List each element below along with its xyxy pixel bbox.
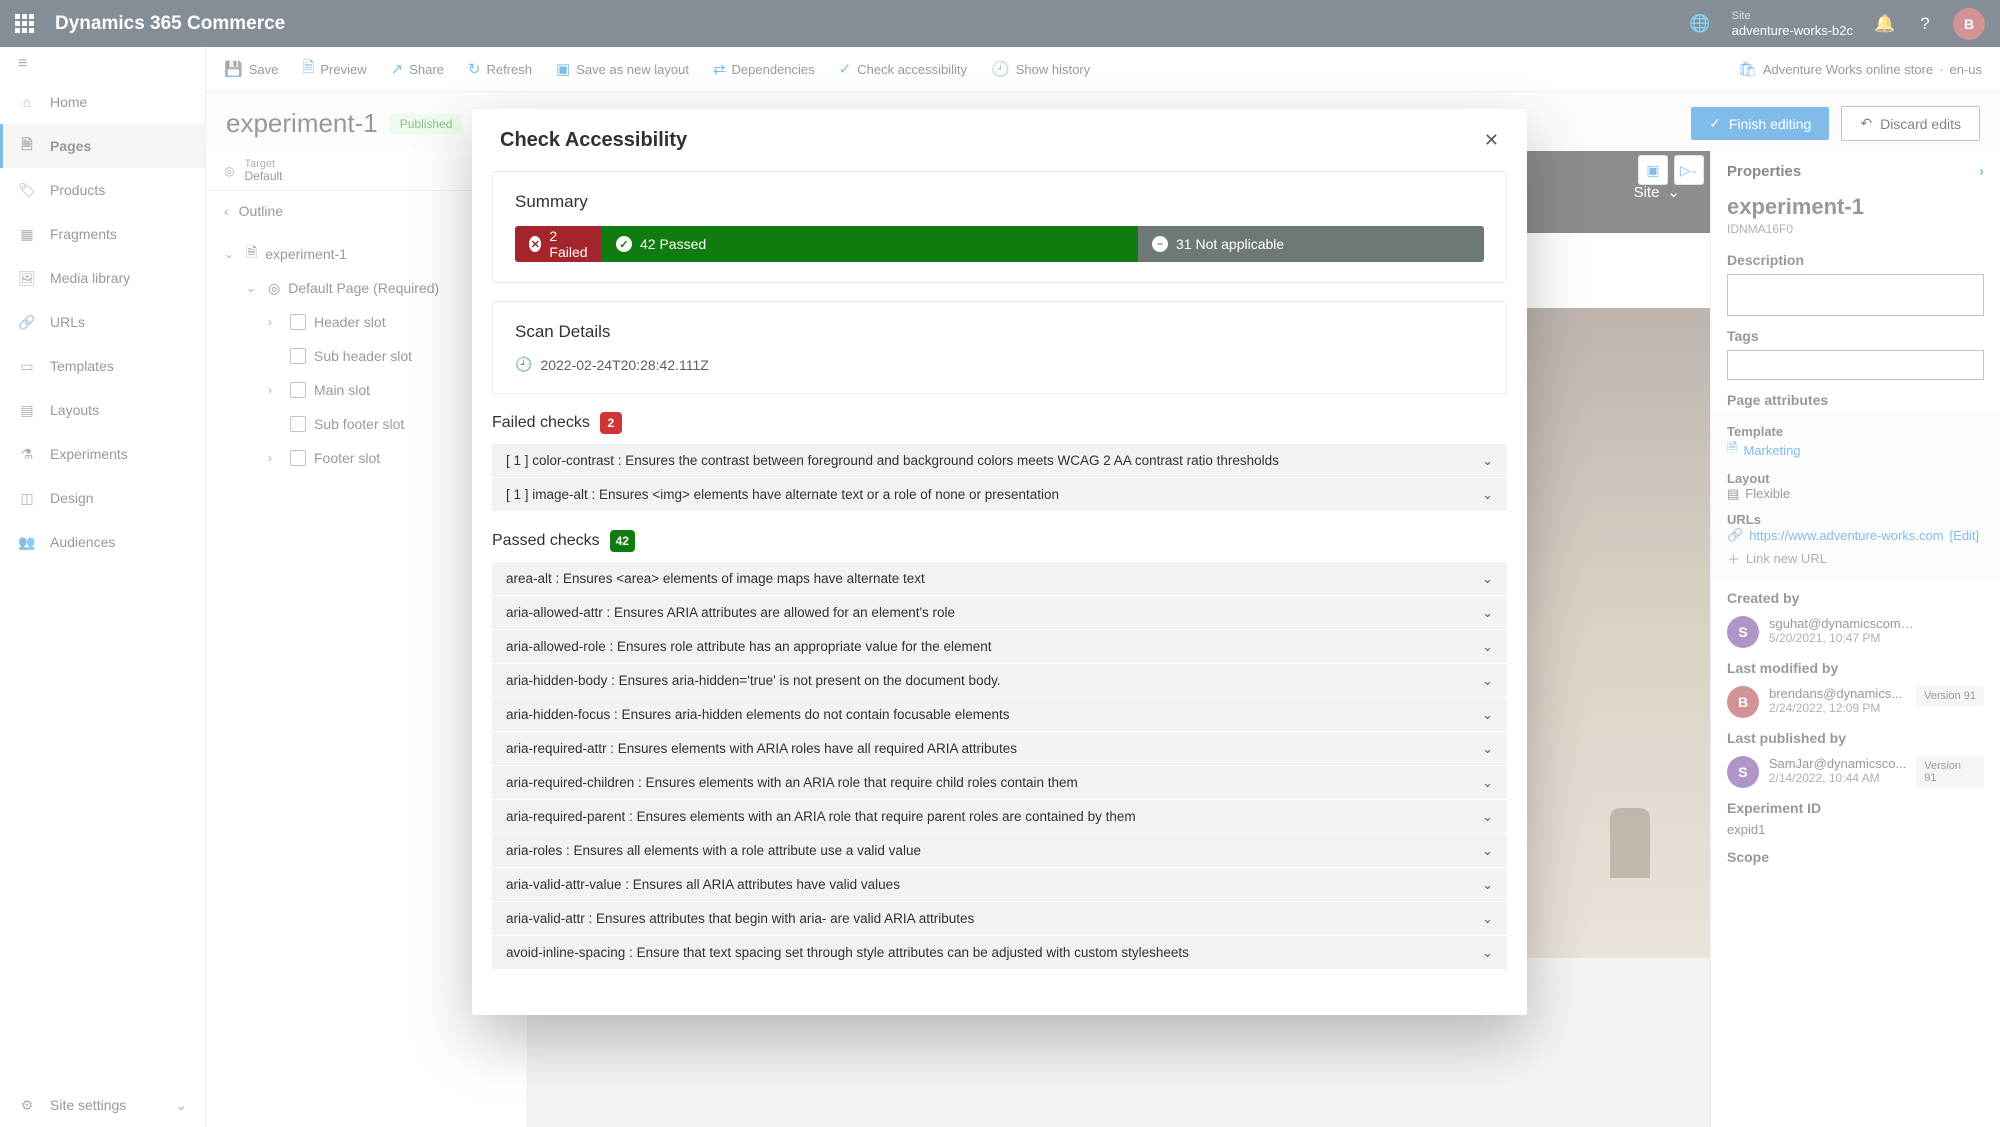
summary-na: –31 Not applicable (1138, 226, 1484, 262)
passed-check-text: aria-hidden-body : Ensures aria-hidden='… (506, 673, 1001, 688)
passed-check-row[interactable]: aria-required-attr : Ensures elements wi… (492, 732, 1507, 766)
passed-check-text: area-alt : Ensures <area> elements of im… (506, 571, 925, 586)
passed-check-text: avoid-inline-spacing : Ensure that text … (506, 945, 1189, 960)
passed-check-row[interactable]: aria-allowed-role : Ensures role attribu… (492, 630, 1507, 664)
failed-check-row[interactable]: [ 1 ] image-alt : Ensures <img> elements… (492, 478, 1507, 512)
passed-check-text: aria-required-parent : Ensures elements … (506, 809, 1136, 824)
minus-icon: – (1152, 236, 1168, 252)
modal-title: Check Accessibility (500, 129, 687, 152)
chevron-down-icon: ⌄ (1482, 487, 1493, 503)
passed-check-row[interactable]: aria-required-parent : Ensures elements … (492, 800, 1507, 834)
chevron-down-icon: ⌄ (1482, 741, 1493, 757)
passed-checks-label: Passed checks (492, 532, 600, 550)
passed-check-row[interactable]: avoid-inline-spacing : Ensure that text … (492, 936, 1507, 970)
passed-check-text: aria-hidden-focus : Ensures aria-hidden … (506, 707, 1010, 722)
passed-check-row[interactable]: aria-valid-attr : Ensures attributes tha… (492, 902, 1507, 936)
chevron-down-icon: ⌄ (1482, 453, 1493, 469)
chevron-down-icon: ⌄ (1482, 809, 1493, 825)
chevron-down-icon: ⌄ (1482, 673, 1493, 689)
passed-check-row[interactable]: aria-valid-attr-value : Ensures all ARIA… (492, 868, 1507, 902)
failed-check-text: [ 1 ] color-contrast : Ensures the contr… (506, 453, 1279, 468)
summary-card: Summary ✕2 Failed ✓42 Passed –31 Not app… (492, 171, 1507, 283)
passed-check-row[interactable]: aria-allowed-attr : Ensures ARIA attribu… (492, 596, 1507, 630)
chevron-down-icon: ⌄ (1482, 707, 1493, 723)
clock-icon: 🕘 (515, 356, 532, 373)
passed-check-row[interactable]: aria-required-children : Ensures element… (492, 766, 1507, 800)
failed-checks-label: Failed checks (492, 414, 590, 432)
passed-check-text: aria-allowed-role : Ensures role attribu… (506, 639, 992, 654)
failed-count-badge: 2 (600, 412, 622, 434)
passed-check-text: aria-required-children : Ensures element… (506, 775, 1078, 790)
passed-check-text: aria-roles : Ensures all elements with a… (506, 843, 921, 858)
accessibility-modal: Check Accessibility ✕ Summary ✕2 Failed … (472, 109, 1527, 1015)
passed-check-text: aria-valid-attr : Ensures attributes tha… (506, 911, 974, 926)
chevron-down-icon: ⌄ (1482, 911, 1493, 927)
error-icon: ✕ (529, 236, 541, 252)
chevron-down-icon: ⌄ (1482, 605, 1493, 621)
failed-check-text: [ 1 ] image-alt : Ensures <img> elements… (506, 487, 1059, 502)
passed-check-text: aria-allowed-attr : Ensures ARIA attribu… (506, 605, 955, 620)
chevron-down-icon: ⌄ (1482, 775, 1493, 791)
passed-check-row[interactable]: aria-hidden-body : Ensures aria-hidden='… (492, 664, 1507, 698)
passed-check-row[interactable]: aria-roles : Ensures all elements with a… (492, 834, 1507, 868)
check-icon: ✓ (616, 236, 632, 252)
close-icon[interactable]: ✕ (1484, 130, 1499, 151)
chevron-down-icon: ⌄ (1482, 571, 1493, 587)
summary-passed: ✓42 Passed (602, 226, 1138, 262)
scan-details-card: Scan Details 🕘 2022-02-24T20:28:42.111Z (492, 301, 1507, 394)
scan-details-label: Scan Details (515, 322, 1484, 342)
passed-check-text: aria-valid-attr-value : Ensures all ARIA… (506, 877, 900, 892)
chevron-down-icon: ⌄ (1482, 877, 1493, 893)
passed-check-row[interactable]: aria-hidden-focus : Ensures aria-hidden … (492, 698, 1507, 732)
passed-check-row[interactable]: area-alt : Ensures <area> elements of im… (492, 562, 1507, 596)
passed-check-text: aria-required-attr : Ensures elements wi… (506, 741, 1017, 756)
summary-label: Summary (515, 192, 1484, 212)
chevron-down-icon: ⌄ (1482, 945, 1493, 961)
summary-bar: ✕2 Failed ✓42 Passed –31 Not applicable (515, 226, 1484, 262)
failed-check-row[interactable]: [ 1 ] color-contrast : Ensures the contr… (492, 444, 1507, 478)
chevron-down-icon: ⌄ (1482, 843, 1493, 859)
passed-count-badge: 42 (610, 530, 635, 552)
chevron-down-icon: ⌄ (1482, 639, 1493, 655)
scan-timestamp: 2022-02-24T20:28:42.111Z (540, 357, 708, 373)
summary-failed: ✕2 Failed (515, 226, 602, 262)
